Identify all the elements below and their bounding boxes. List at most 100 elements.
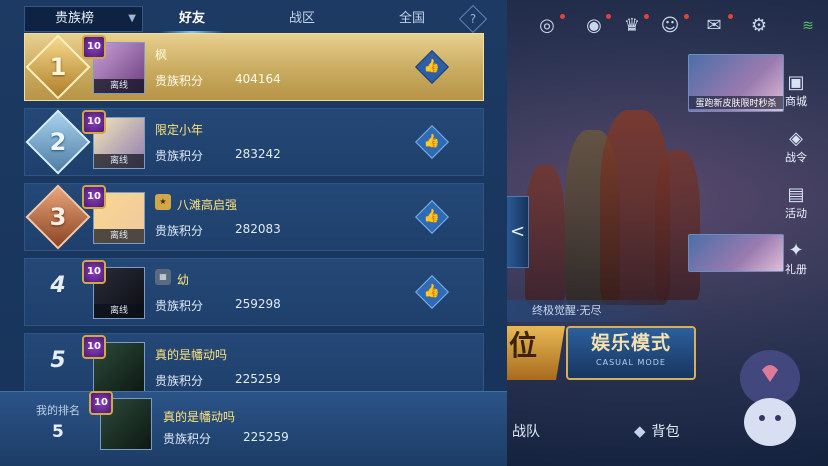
casual-mode-subtitle: CASUAL MODE: [596, 358, 666, 367]
mascot-character[interactable]: [735, 340, 805, 450]
thumbs-up-icon: 👍: [423, 284, 441, 299]
vip-level-badge: 10: [82, 260, 106, 284]
score-label: 贵族积分: [155, 299, 204, 313]
side-button-label: 战令: [785, 151, 807, 164]
side-button-pass[interactable]: ◈ 战令: [776, 128, 816, 165]
ranked-mode-button[interactable]: 位: [505, 326, 565, 380]
player-name: 枫: [155, 48, 168, 62]
vip-level-badge: 10: [82, 335, 106, 359]
online-status: 离线: [94, 304, 144, 318]
rank-badge-bronze: 3: [25, 184, 91, 250]
pass-icon: ◈: [789, 128, 803, 149]
hero-figure: [655, 150, 700, 300]
bottom-nav-label: 背包: [651, 424, 680, 440]
tab-national[interactable]: 全国: [370, 6, 454, 32]
avatar[interactable]: 10 离线: [82, 110, 145, 169]
score-value: 283242: [235, 147, 281, 161]
nobility-ranking-panel: 贵族榜 ▼ 好友 战区 全国 ? 1 10 离线 枫 贵族积分 404164 👍…: [0, 0, 507, 466]
help-icon[interactable]: ?: [458, 4, 488, 34]
like-button[interactable]: 👍: [415, 275, 449, 309]
vip-level-badge: 10: [82, 110, 106, 134]
ranking-row[interactable]: 1 10 离线 枫 贵族积分 404164 👍: [24, 33, 484, 101]
thumbs-up-icon: 👍: [423, 59, 441, 74]
my-rank-number: 5: [52, 422, 64, 442]
score-value: 282083: [235, 222, 281, 236]
side-button-gift-book[interactable]: ✦ 礼册: [776, 240, 816, 277]
rank-number: 4: [50, 273, 66, 298]
side-button-activity[interactable]: ▤ 活动: [776, 184, 816, 221]
side-button-label: 商城: [785, 95, 807, 108]
player-name: 限定小年: [155, 123, 204, 137]
my-rank-label: 我的排名: [36, 404, 80, 417]
bag-icon: ◆: [634, 422, 646, 440]
casual-mode-title: 娱乐模式: [590, 332, 671, 354]
avatar[interactable]: 10 离线: [82, 185, 145, 244]
avatar[interactable]: 10 离线: [82, 260, 145, 319]
ranking-type-label: 贵族榜: [55, 11, 95, 26]
my-score-value: 225259: [243, 430, 289, 444]
vip-level-badge: 10: [82, 185, 106, 209]
ranking-row[interactable]: 5 10 真的是幡动吗 贵族积分 225259: [24, 333, 484, 394]
my-rank-bar: 我的排名 5 10 真的是幡动吗 贵族积分 225259: [0, 391, 507, 466]
rank-number: 5: [50, 348, 66, 373]
bottom-nav-label: 战队: [512, 424, 540, 440]
player-name: 幼: [177, 273, 190, 287]
title-badge-icon: ▦: [155, 269, 171, 285]
vip-level-badge: 10: [89, 391, 113, 415]
ranking-row[interactable]: 3 10 离线 ★ 八滩高启强 贵族积分 282083 👍: [24, 183, 484, 251]
ranked-mode-title: 位: [509, 329, 538, 362]
score-label: 贵族积分: [155, 374, 204, 388]
ranking-row[interactable]: 2 10 离线 限定小年 贵族积分 283242 👍: [24, 108, 484, 176]
title-badge-icon: ★: [155, 194, 171, 210]
rank-badge-gold: 1: [25, 34, 91, 100]
like-button[interactable]: 👍: [415, 200, 449, 234]
ranking-row[interactable]: 4 10 离线 ▦ 幼 贵族积分 259298 👍: [24, 258, 484, 326]
player-name: 八滩高启强: [177, 198, 238, 212]
score-label: 贵族积分: [155, 224, 204, 238]
promo-gift-card[interactable]: [688, 234, 784, 272]
promo-skin-text: 蛋跑新皮肤限时秒杀: [689, 96, 783, 109]
score-label: 贵族积分: [155, 74, 204, 88]
score-value: 259298: [235, 297, 281, 311]
target-icon[interactable]: ◎: [535, 14, 559, 38]
avatar[interactable]: 10: [82, 335, 145, 394]
friends-icon[interactable]: ☺: [658, 14, 682, 38]
score-value: 225259: [235, 372, 281, 386]
side-button-shop[interactable]: ▣ 商城: [776, 72, 816, 109]
vip-level-badge: 10: [82, 35, 106, 59]
activity-icon: ▤: [787, 184, 805, 205]
like-button[interactable]: 👍: [415, 50, 449, 84]
thumbs-up-icon: 👍: [423, 134, 441, 149]
my-player-name: 真的是幡动吗: [163, 410, 236, 424]
online-status: 离线: [94, 229, 144, 243]
online-status: 离线: [94, 79, 144, 93]
tab-friends[interactable]: 好友: [150, 6, 234, 33]
my-avatar[interactable]: 10: [89, 391, 152, 450]
hero-figure: [525, 165, 565, 305]
gift-book-icon: ✦: [788, 240, 804, 261]
side-button-label: 礼册: [785, 263, 807, 276]
side-button-label: 活动: [785, 207, 807, 220]
bottom-nav-bag[interactable]: ◆ 背包: [634, 421, 680, 441]
eye-icon[interactable]: ◉: [582, 14, 606, 38]
tab-region[interactable]: 战区: [260, 6, 344, 32]
event-banner[interactable]: 终极觉醒·无尽: [500, 300, 710, 322]
casual-mode-button[interactable]: 娱乐模式 CASUAL MODE: [566, 326, 696, 380]
bottom-nav-team[interactable]: 战队: [512, 421, 540, 441]
collapse-panel-button[interactable]: <: [507, 196, 529, 268]
chevron-down-icon: ▼: [128, 13, 136, 24]
trophy-icon[interactable]: ♛: [620, 14, 644, 38]
thumbs-up-icon: 👍: [423, 209, 441, 224]
online-status: 离线: [94, 154, 144, 168]
mail-icon[interactable]: ✉: [702, 14, 726, 38]
score-label: 贵族积分: [155, 149, 204, 163]
ranking-type-dropdown[interactable]: 贵族榜 ▼: [24, 6, 143, 32]
like-button[interactable]: 👍: [415, 125, 449, 159]
ranking-tab-bar: 贵族榜 ▼ 好友 战区 全国 ?: [0, 4, 500, 34]
settings-gear-icon[interactable]: ⚙: [747, 14, 771, 38]
promo-skin-card[interactable]: 蛋跑新皮肤限时秒杀: [688, 54, 784, 112]
my-score-label: 贵族积分: [163, 432, 212, 446]
player-name: 真的是幡动吗: [155, 348, 228, 362]
shop-icon: ▣: [787, 72, 805, 93]
avatar[interactable]: 10 离线: [82, 35, 145, 94]
